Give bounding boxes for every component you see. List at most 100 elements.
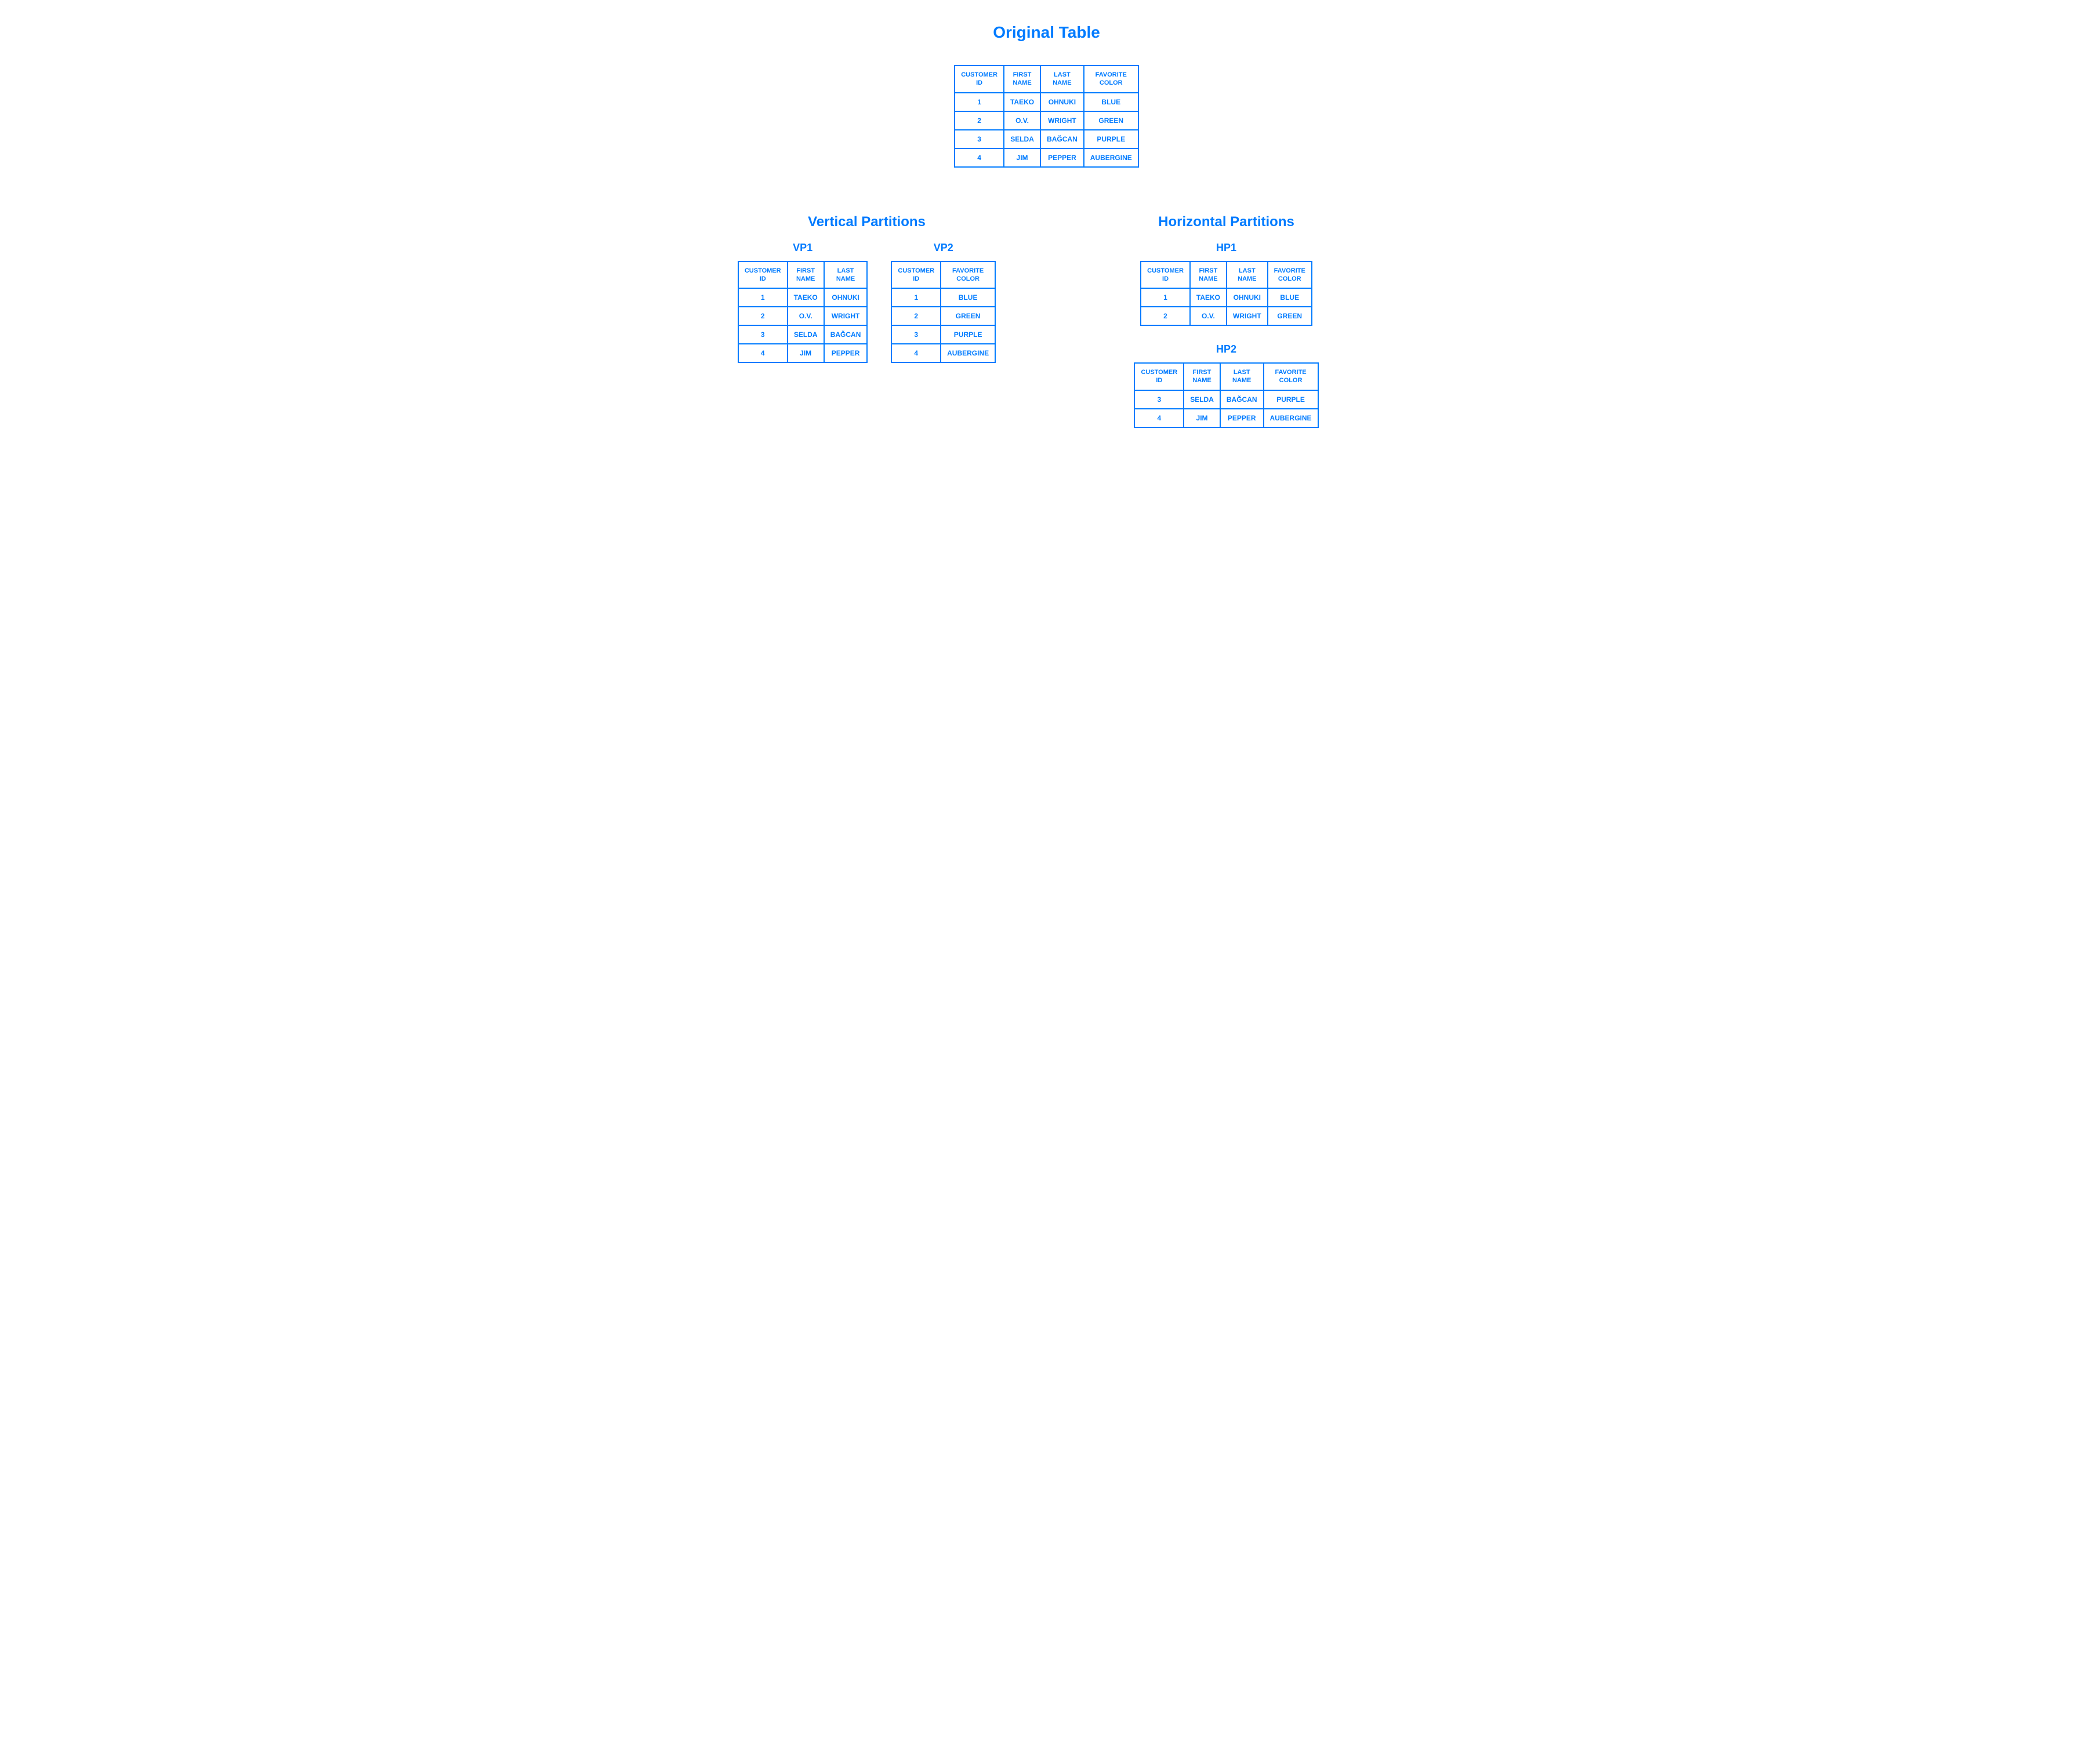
- cell-last: OHNUKI: [1040, 93, 1084, 111]
- cell-id: 4: [891, 344, 941, 362]
- cell-first: O.V.: [788, 307, 824, 325]
- col-header-last-name: LASTNAME: [1220, 363, 1264, 390]
- col-header-customer-id: CUSTOMERID: [1141, 262, 1190, 289]
- table-row: 4 JIM PEPPER: [738, 344, 868, 362]
- vp1-table: CUSTOMERID FIRSTNAME LASTNAME 1 TAEKO OH…: [738, 261, 868, 364]
- vp1-title: VP1: [793, 242, 812, 254]
- col-header-favorite-color: FAVORITECOLOR: [1264, 363, 1318, 390]
- col-header-customer-id: CUSTOMERID: [1134, 363, 1184, 390]
- col-header-first-name: FIRSTNAME: [1184, 363, 1220, 390]
- cell-color: AUBERGINE: [1084, 148, 1138, 167]
- cell-id: 1: [738, 288, 788, 307]
- col-header-first-name: FIRSTNAME: [1190, 262, 1227, 289]
- vertical-partitions-group: Vertical Partitions VP1 CUSTOMERID FIRST…: [699, 214, 1035, 364]
- table-row: 3 SELDA BAĞCAN PURPLE: [955, 130, 1138, 148]
- cell-id: 4: [1134, 409, 1184, 427]
- vp2-block: VP2 CUSTOMERID FAVORITECOLOR 1 BLUE: [891, 242, 996, 364]
- hp1-block: HP1 CUSTOMERID FIRSTNAME LASTNAME FAVORI…: [1140, 242, 1312, 326]
- cell-id: 3: [891, 325, 941, 344]
- cell-id: 1: [891, 288, 941, 307]
- col-header-first-name: FIRSTNAME: [1004, 66, 1040, 93]
- col-header-favorite-color: FAVORITECOLOR: [1084, 66, 1138, 93]
- original-table-section: CUSTOMERID FIRSTNAME LASTNAME FAVORITECO…: [699, 65, 1395, 168]
- cell-last: WRIGHT: [824, 307, 868, 325]
- cell-last: OHNUKI: [1227, 288, 1268, 307]
- col-header-last-name: LASTNAME: [1227, 262, 1268, 289]
- cell-id: 2: [738, 307, 788, 325]
- cell-id: 2: [891, 307, 941, 325]
- col-header-customer-id: CUSTOMERID: [738, 262, 788, 289]
- table-row: 1 TAEKO OHNUKI BLUE: [955, 93, 1138, 111]
- cell-id: 1: [955, 93, 1004, 111]
- col-header-favorite-color: FAVORITECOLOR: [941, 262, 995, 289]
- cell-color: PURPLE: [1084, 130, 1138, 148]
- vp2-title: VP2: [934, 242, 953, 254]
- table-row: 3 SELDA BAĞCAN PURPLE: [1134, 390, 1318, 409]
- cell-id: 2: [955, 111, 1004, 130]
- table-row: 1 TAEKO OHNUKI BLUE: [1141, 288, 1312, 307]
- hp1-title: HP1: [1216, 242, 1236, 254]
- table-row: 2 O.V. WRIGHT GREEN: [955, 111, 1138, 130]
- cell-id: 3: [955, 130, 1004, 148]
- cell-first: TAEKO: [788, 288, 824, 307]
- cell-color: BLUE: [1268, 288, 1312, 307]
- cell-last: BAĞCAN: [1040, 130, 1084, 148]
- cell-first: JIM: [1004, 148, 1040, 167]
- vp-tables-container: VP1 CUSTOMERID FIRSTNAME LASTNAME 1: [699, 242, 1035, 364]
- cell-last: BAĞCAN: [1220, 390, 1264, 409]
- diagram-container: Original Table CUSTOMERID FIRSTNAME LAST…: [699, 23, 1395, 428]
- cell-first: JIM: [788, 344, 824, 362]
- cell-id: 1: [1141, 288, 1190, 307]
- table-row: 4 AUBERGINE: [891, 344, 995, 362]
- cell-last: OHNUKI: [824, 288, 868, 307]
- cell-color: PURPLE: [941, 325, 995, 344]
- cell-last: WRIGHT: [1227, 307, 1268, 325]
- hp2-block: HP2 CUSTOMERID FIRSTNAME LASTNAME FAVORI…: [1134, 343, 1318, 428]
- table-row: 4 JIM PEPPER AUBERGINE: [955, 148, 1138, 167]
- cell-color: GREEN: [1084, 111, 1138, 130]
- table-row: 3 PURPLE: [891, 325, 995, 344]
- cell-first: TAEKO: [1004, 93, 1040, 111]
- cell-first: O.V.: [1004, 111, 1040, 130]
- cell-id: 2: [1141, 307, 1190, 325]
- cell-id: 3: [1134, 390, 1184, 409]
- partitions-row: Vertical Partitions VP1 CUSTOMERID FIRST…: [699, 214, 1395, 428]
- col-header-favorite-color: FAVORITECOLOR: [1268, 262, 1312, 289]
- cell-last: PEPPER: [1040, 148, 1084, 167]
- cell-first: JIM: [1184, 409, 1220, 427]
- cell-color: GREEN: [941, 307, 995, 325]
- original-table-title: Original Table: [699, 23, 1395, 42]
- cell-first: SELDA: [1004, 130, 1040, 148]
- cell-id: 3: [738, 325, 788, 344]
- cell-color: GREEN: [1268, 307, 1312, 325]
- cell-last: PEPPER: [1220, 409, 1264, 427]
- hp-tables-container: HP1 CUSTOMERID FIRSTNAME LASTNAME FAVORI…: [1058, 242, 1395, 428]
- vertical-partitions-title: Vertical Partitions: [699, 214, 1035, 230]
- cell-color: BLUE: [1084, 93, 1138, 111]
- hp2-table: CUSTOMERID FIRSTNAME LASTNAME FAVORITECO…: [1134, 362, 1318, 428]
- table-row: 1 TAEKO OHNUKI: [738, 288, 868, 307]
- table-row: 3 SELDA BAĞCAN: [738, 325, 868, 344]
- table-row: 2 O.V. WRIGHT GREEN: [1141, 307, 1312, 325]
- horizontal-partitions-group: Horizontal Partitions HP1 CUSTOMERID FIR…: [1058, 214, 1395, 428]
- col-header-customer-id: CUSTOMERID: [891, 262, 941, 289]
- cell-last: WRIGHT: [1040, 111, 1084, 130]
- table-row: 4 JIM PEPPER AUBERGINE: [1134, 409, 1318, 427]
- col-header-last-name: LASTNAME: [1040, 66, 1084, 93]
- cell-first: TAEKO: [1190, 288, 1227, 307]
- cell-first: SELDA: [1184, 390, 1220, 409]
- cell-id: 4: [738, 344, 788, 362]
- vp2-table: CUSTOMERID FAVORITECOLOR 1 BLUE 2: [891, 261, 996, 364]
- table-row: 1 BLUE: [891, 288, 995, 307]
- hp2-title: HP2: [1216, 343, 1236, 355]
- cell-last: PEPPER: [824, 344, 868, 362]
- original-table: CUSTOMERID FIRSTNAME LASTNAME FAVORITECO…: [954, 65, 1139, 168]
- vp1-block: VP1 CUSTOMERID FIRSTNAME LASTNAME 1: [738, 242, 868, 364]
- col-header-customer-id: CUSTOMERID: [955, 66, 1004, 93]
- cell-color: PURPLE: [1264, 390, 1318, 409]
- cell-id: 4: [955, 148, 1004, 167]
- cell-color: BLUE: [941, 288, 995, 307]
- cell-last: BAĞCAN: [824, 325, 868, 344]
- cell-first: O.V.: [1190, 307, 1227, 325]
- table-row: 2 O.V. WRIGHT: [738, 307, 868, 325]
